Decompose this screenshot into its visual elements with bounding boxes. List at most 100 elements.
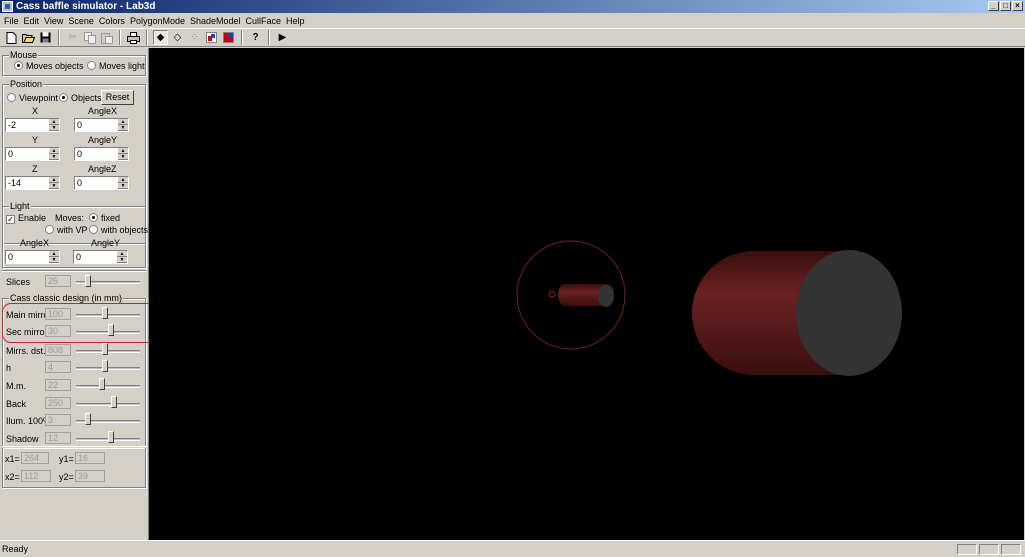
minimize-button[interactable]: _ xyxy=(988,1,999,11)
anglex-label: AngleX xyxy=(88,106,118,116)
z-label: Z xyxy=(32,164,38,174)
menu-file[interactable]: File xyxy=(3,16,23,26)
light-angley-spinner[interactable]: 0 ▲ ▼ xyxy=(73,250,128,264)
moves-objects-radio[interactable]: Moves objects xyxy=(14,61,84,72)
status-text: Ready xyxy=(2,544,29,554)
anglex-spinner[interactable]: 0 ▲ ▼ xyxy=(74,118,129,132)
light-angley-label: AngleY xyxy=(91,238,121,248)
mirror-highlight-annotation xyxy=(2,303,158,343)
app-icon xyxy=(2,1,13,12)
illum-slider[interactable] xyxy=(84,413,91,425)
fill-mode-icon[interactable]: ◆ xyxy=(153,30,168,45)
mm-slider-track[interactable] xyxy=(76,385,140,388)
open-icon[interactable] xyxy=(21,30,36,45)
moves-light-radio[interactable]: Moves light xyxy=(87,61,145,72)
with-objects-radio[interactable]: with objects xyxy=(89,225,148,236)
y-label: Y xyxy=(32,135,39,145)
y1-value: 16 xyxy=(75,452,105,464)
mouse-group: Mouse Moves objects Moves light xyxy=(2,50,146,76)
maximize-button[interactable]: □ xyxy=(1000,1,1011,11)
h-label: h xyxy=(6,363,12,373)
mouse-group-title: Mouse xyxy=(9,50,39,60)
with-vp-radio[interactable]: with VP xyxy=(45,225,88,236)
toolbar-separator xyxy=(58,30,60,45)
toolbar: ✂ ◆ ◇ ⁘ ? ▶ xyxy=(0,28,1025,47)
control-panel: Mouse Moves objects Moves light Position… xyxy=(0,48,148,540)
x-spinner[interactable]: -2 ▲ ▼ xyxy=(5,118,60,132)
x-label: X xyxy=(32,106,39,116)
center-point xyxy=(548,290,556,298)
window-title: Cass baffle simulator - Lab3d xyxy=(16,1,156,12)
render-viewport[interactable] xyxy=(148,48,1024,540)
angley-label: AngleY xyxy=(88,135,118,145)
slices-label: Slices xyxy=(6,277,31,287)
fixed-radio[interactable]: fixed xyxy=(89,213,120,224)
copy-icon[interactable] xyxy=(82,30,97,45)
points-mode-icon[interactable]: ⁘ xyxy=(187,30,202,45)
back-label: Back xyxy=(6,399,27,409)
mm-label: M.m. xyxy=(6,381,26,391)
reset-button[interactable]: Reset xyxy=(101,90,134,105)
viewpoint-radio[interactable]: Viewpoint xyxy=(7,93,58,104)
menu-bar: File Edit View Scene Colors PolygonMode … xyxy=(0,14,1025,28)
menu-cullface[interactable]: CullFace xyxy=(245,16,286,26)
print-icon[interactable] xyxy=(126,30,141,45)
cut-icon[interactable]: ✂ xyxy=(65,30,80,45)
status-bar: Ready xyxy=(0,540,1025,557)
h-value: 4 xyxy=(45,361,71,373)
objects-radio[interactable]: Objects xyxy=(59,93,102,104)
menu-edit[interactable]: Edit xyxy=(23,16,44,26)
menu-help[interactable]: Help xyxy=(285,16,309,26)
x2-label: x2= xyxy=(5,472,20,482)
mirrs-dst-label: Mirrs. dst. xyxy=(6,346,46,356)
enable-light-checkbox[interactable]: ✓ Enable xyxy=(6,213,46,224)
y-spinner[interactable]: 0 ▲ ▼ xyxy=(5,147,60,161)
light-anglex-spinner[interactable]: 0 ▲ ▼ xyxy=(5,250,60,264)
close-button[interactable]: × xyxy=(1012,1,1023,11)
mm-value: 22 xyxy=(45,379,71,391)
toolbar-separator xyxy=(119,30,121,45)
h-slider[interactable] xyxy=(102,360,109,372)
status-pane xyxy=(1001,544,1021,555)
y2-value: 39 xyxy=(75,470,105,482)
back-slider-track[interactable] xyxy=(76,403,140,406)
scene-canvas xyxy=(516,240,902,376)
title-bar: Cass baffle simulator - Lab3d _ □ × xyxy=(0,0,1025,13)
shadow-label: Shadow xyxy=(6,434,39,444)
light-group-title: Light xyxy=(9,201,31,211)
menu-view[interactable]: View xyxy=(43,16,67,26)
x1-label: x1= xyxy=(5,454,20,464)
menu-polygonmode[interactable]: PolygonMode xyxy=(129,16,189,26)
slices-slider[interactable] xyxy=(84,275,91,287)
x2-value: 112 xyxy=(21,470,51,482)
menu-shademodel[interactable]: ShadeModel xyxy=(189,16,245,26)
design-group-title: Cass classic design (in mm) xyxy=(9,293,124,303)
new-icon[interactable] xyxy=(4,30,19,45)
wire-mode-icon[interactable]: ◇ xyxy=(170,30,185,45)
toolbar-separator xyxy=(146,30,148,45)
color-icon[interactable] xyxy=(204,30,219,45)
position-group-title: Position xyxy=(9,79,44,89)
angley-spinner[interactable]: 0 ▲ ▼ xyxy=(74,147,129,161)
mm-slider[interactable] xyxy=(99,378,106,390)
save-icon[interactable] xyxy=(38,30,53,45)
toolbar-separator xyxy=(241,30,243,45)
mirrs-dst-slider[interactable] xyxy=(102,343,109,355)
back-slider[interactable] xyxy=(110,396,117,408)
large-cylinder-cap xyxy=(796,250,902,376)
mirrs-dst-value: 808 xyxy=(45,344,71,356)
small-cylinder-cap xyxy=(598,285,614,307)
menu-scene[interactable]: Scene xyxy=(67,16,98,26)
anglez-spinner[interactable]: 0 ▲ ▼ xyxy=(74,176,129,190)
help-icon[interactable]: ? xyxy=(248,30,263,45)
shadow-slider[interactable] xyxy=(107,431,114,443)
z-spinner[interactable]: -14 ▲ ▼ xyxy=(5,176,60,190)
x1-value: 264 xyxy=(21,452,49,464)
menu-colors[interactable]: Colors xyxy=(98,16,129,26)
light-group: Light ✓ Enable Moves: fixed with VP with … xyxy=(2,201,148,268)
color2-icon[interactable] xyxy=(221,30,236,45)
toolbar-separator xyxy=(268,30,270,45)
play-icon[interactable]: ▶ xyxy=(275,30,290,45)
paste-icon[interactable] xyxy=(99,30,114,45)
y2-label: y2= xyxy=(59,472,74,482)
